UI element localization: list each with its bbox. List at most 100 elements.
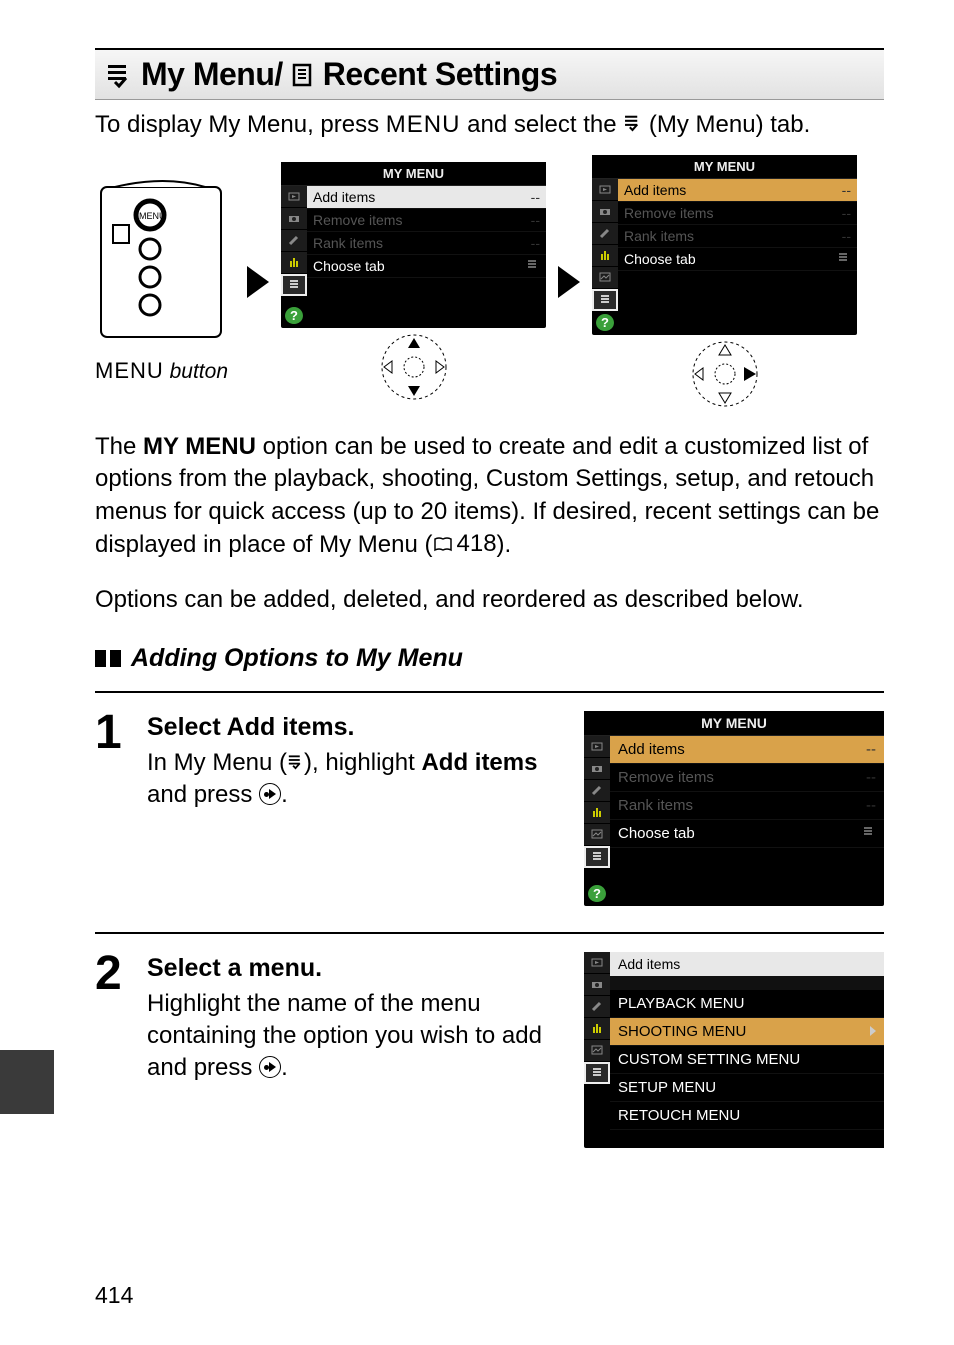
para-mymenu-desc: The MY MENU option can be used to create… bbox=[95, 431, 884, 562]
tab-retouch-icon bbox=[592, 267, 618, 289]
row-label: CUSTOM SETTING MENU bbox=[618, 1051, 800, 1068]
tab-retouch-icon bbox=[584, 1040, 610, 1062]
row-rank-items: Rank items -- bbox=[610, 792, 884, 820]
row-rank-items: Rank items-- bbox=[307, 232, 546, 255]
page-side-tab bbox=[0, 1050, 54, 1114]
row-label: Rank items bbox=[618, 797, 693, 814]
menu-button-caption: MENU button bbox=[95, 358, 235, 384]
mymenu-small-icon bbox=[862, 825, 876, 842]
row-label: Add items bbox=[624, 182, 686, 198]
row-value: -- bbox=[842, 205, 851, 221]
step-1: 1 Select Add items. In My Menu (), highl… bbox=[95, 691, 884, 932]
multiselector-right-icon bbox=[259, 783, 281, 805]
row-label: RETOUCH MENU bbox=[618, 1107, 740, 1124]
page-number: 414 bbox=[95, 1282, 133, 1309]
row-value: -- bbox=[842, 182, 851, 198]
row-value: -- bbox=[866, 769, 876, 786]
s1-pre: In My Menu ( bbox=[147, 749, 287, 776]
recent-icon bbox=[291, 61, 315, 89]
step-title: Select Add items. bbox=[147, 711, 566, 745]
row-custom-setting-menu: CUSTOM SETTING MENU bbox=[610, 1046, 884, 1074]
tab-custom-icon bbox=[584, 996, 610, 1018]
row-remove-items: Remove items -- bbox=[307, 209, 546, 232]
figure-screen-2: MY MENU ? Add items-- Remove it bbox=[592, 155, 857, 409]
intro-post: (My Menu) tab. bbox=[642, 111, 810, 138]
tab-playback-icon bbox=[592, 179, 618, 201]
row-choose-tab: Choose tab bbox=[307, 255, 546, 278]
tab-playback-icon bbox=[584, 952, 610, 974]
row-rank-items: Rank items-- bbox=[618, 225, 857, 248]
row-choose-tab: Choose tab bbox=[610, 820, 884, 848]
step-number: 2 bbox=[95, 952, 135, 995]
tab-mymenu-icon bbox=[592, 289, 618, 311]
subhead-marker-icon bbox=[95, 650, 121, 667]
tab-playback-icon bbox=[584, 736, 610, 758]
tab-shooting-icon bbox=[584, 758, 610, 780]
row-label: Remove items bbox=[313, 212, 402, 228]
tab-mymenu-icon bbox=[281, 274, 307, 296]
svg-text:MENU: MENU bbox=[139, 211, 166, 221]
mymenu-screen-1: MY MENU ? Add items-- Remove items-- bbox=[281, 162, 546, 328]
mymenu-small-icon bbox=[526, 258, 540, 274]
caption-menu-word: MENU bbox=[95, 358, 164, 383]
p1-bold: MY MENU bbox=[143, 433, 256, 460]
caption-rest: button bbox=[164, 360, 228, 383]
row-value: -- bbox=[866, 741, 876, 758]
tab-setup-icon bbox=[584, 802, 610, 824]
tab-retouch-icon bbox=[584, 824, 610, 846]
s1-post: and press bbox=[147, 781, 259, 808]
p1-rest-b: ). bbox=[497, 531, 512, 558]
tab-custom-icon bbox=[281, 230, 307, 252]
row-label: Choose tab bbox=[313, 258, 385, 274]
page-ref: 418 bbox=[433, 528, 497, 560]
row-label: SETUP MENU bbox=[618, 1079, 716, 1096]
step2-screen: Add items PLAYBACK MENU SHOOTING MENU CU… bbox=[584, 952, 884, 1148]
multiselector-right-icon bbox=[259, 1056, 281, 1078]
subhead-text: Adding Options to My Menu bbox=[131, 644, 463, 673]
row-value: -- bbox=[531, 212, 540, 228]
row-label: Remove items bbox=[624, 205, 713, 221]
figure-screen-1: MY MENU ? Add items-- Remove items-- bbox=[281, 162, 546, 402]
step-desc: In My Menu (), highlight Add items and p… bbox=[147, 747, 566, 812]
figure-row: MENU MENU button MY MENU bbox=[95, 155, 884, 409]
row-retouch-menu: RETOUCH MENU bbox=[610, 1102, 884, 1130]
row-value: -- bbox=[531, 189, 540, 205]
intro-mid: and select the bbox=[460, 111, 623, 138]
mymenu-icon-inline bbox=[623, 113, 642, 132]
mymenu-small-icon bbox=[837, 251, 851, 267]
row-remove-items: Remove items-- bbox=[610, 764, 884, 792]
camera-figure: MENU MENU button bbox=[95, 179, 235, 384]
row-add-items: Add items -- bbox=[610, 736, 884, 764]
dpad-right-icon bbox=[690, 339, 760, 409]
row-label: Rank items bbox=[313, 235, 383, 251]
screen-subheader: Add items bbox=[610, 952, 884, 976]
title-part1: My Menu/ bbox=[141, 56, 283, 93]
screen-header: MY MENU bbox=[281, 162, 546, 186]
row-label: Choose tab bbox=[618, 825, 695, 842]
page-ref-num: 418 bbox=[457, 528, 497, 560]
section-title-bar: My Menu/ Recent Settings bbox=[95, 48, 884, 100]
step-2: 2 Select a menu. Highlight the name of t… bbox=[95, 932, 884, 1156]
s1-bold: Add items bbox=[421, 749, 537, 776]
para-options-desc: Options can be added, deleted, and reord… bbox=[95, 584, 884, 616]
dpad-icon bbox=[379, 332, 449, 402]
intro-pre: To display My Menu, press bbox=[95, 111, 386, 138]
screen-header: MY MENU bbox=[584, 711, 884, 736]
tab-custom-icon bbox=[592, 223, 618, 245]
menu-word: MENU bbox=[386, 111, 461, 138]
row-label: SHOOTING MENU bbox=[618, 1023, 746, 1040]
row-label: Add items bbox=[618, 741, 685, 758]
row-add-items: Add items-- bbox=[307, 186, 546, 209]
tab-shooting-icon bbox=[281, 208, 307, 230]
row-value: -- bbox=[866, 797, 876, 814]
row-label: Rank items bbox=[624, 228, 694, 244]
row-add-items: Add items -- bbox=[618, 179, 857, 202]
tab-shooting-icon bbox=[584, 974, 610, 996]
mymenu-icon bbox=[105, 61, 133, 89]
step-number: 1 bbox=[95, 711, 135, 754]
arrow-right-icon bbox=[558, 266, 580, 298]
s2-end: . bbox=[281, 1054, 288, 1081]
chevron-right-icon bbox=[870, 1026, 876, 1036]
s1-end: . bbox=[281, 781, 288, 808]
tab-setup-icon bbox=[592, 245, 618, 267]
